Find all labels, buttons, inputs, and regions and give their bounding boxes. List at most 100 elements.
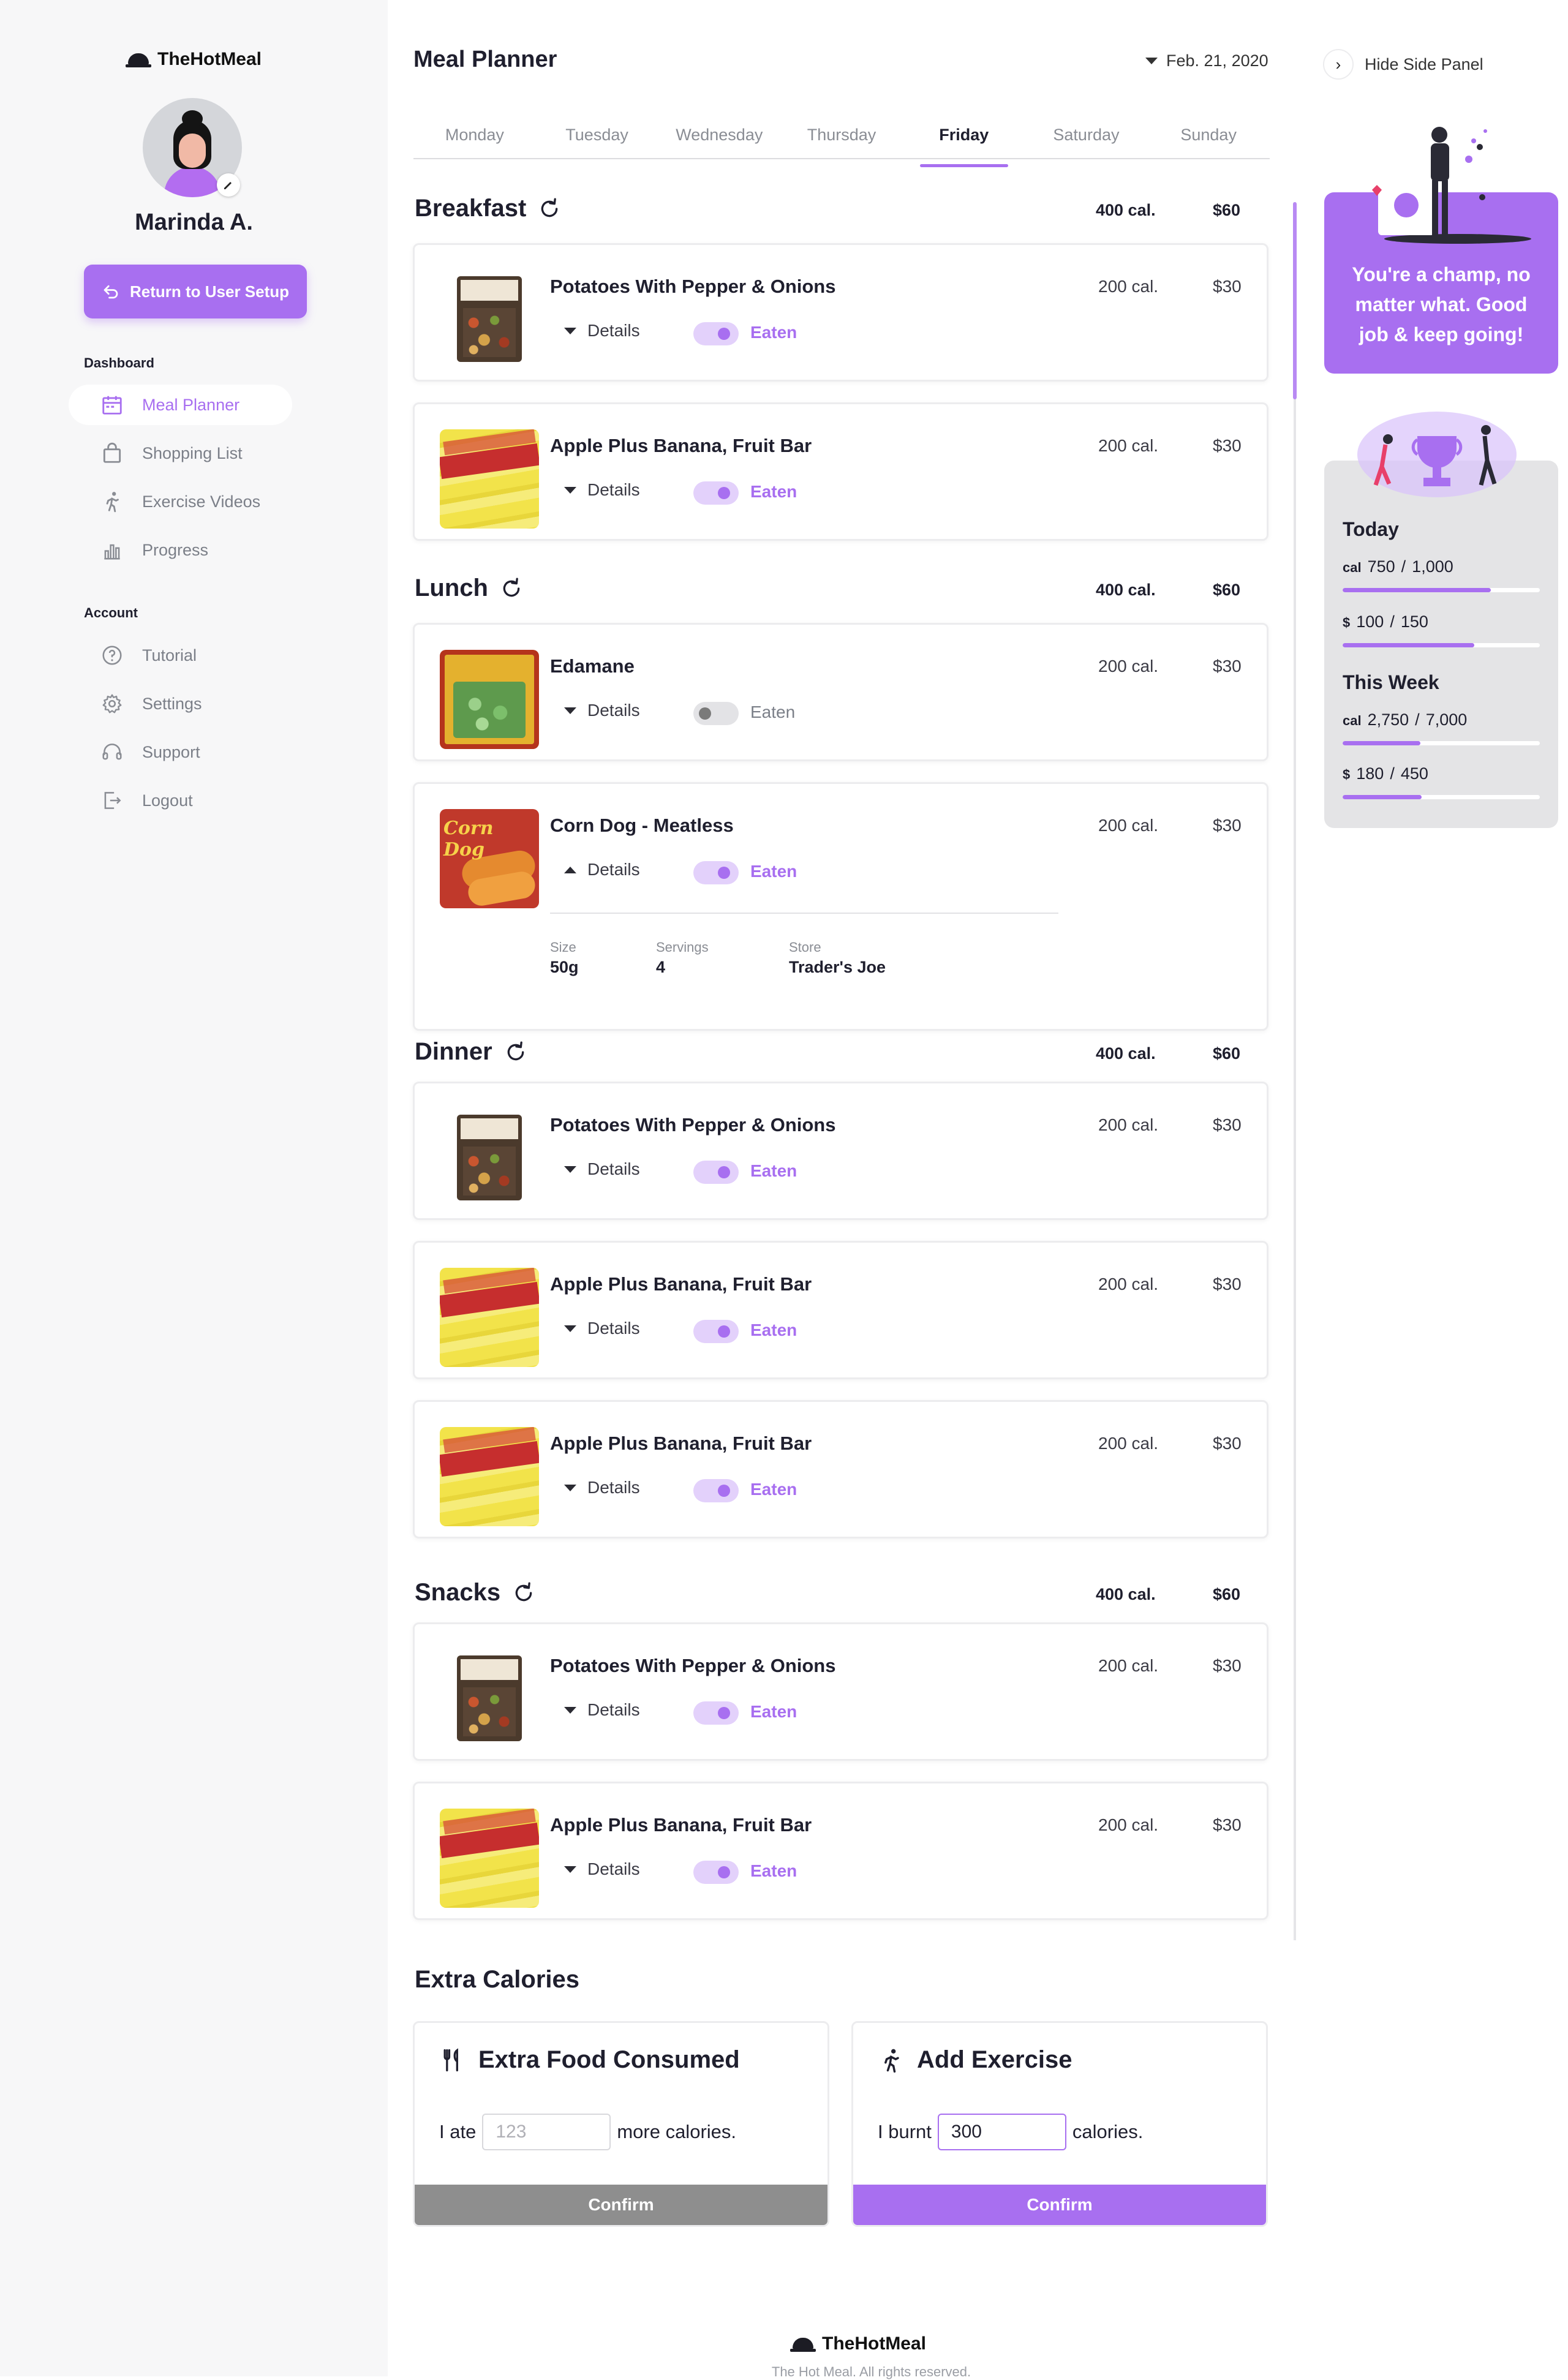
brand-logo[interactable]: TheHotMeal bbox=[126, 49, 262, 70]
separator: / bbox=[1401, 557, 1406, 576]
sidebar-item-settings[interactable]: Settings bbox=[69, 683, 292, 724]
scrollbar-thumb[interactable] bbox=[1293, 202, 1297, 399]
runner-icon bbox=[884, 2049, 899, 2073]
exercise-calories-input[interactable]: 300 bbox=[937, 2114, 1066, 2150]
details-toggle[interactable]: Details bbox=[564, 1700, 640, 1720]
undo-icon bbox=[104, 285, 118, 299]
today-calories-bar bbox=[1343, 588, 1540, 592]
shopping-bag-icon bbox=[103, 442, 121, 463]
dashboard-heading: Dashboard bbox=[84, 355, 154, 371]
week-calories: cal 2,750 / 7,000 bbox=[1343, 710, 1467, 729]
refresh-icon[interactable] bbox=[499, 576, 524, 601]
today-money-bar bbox=[1343, 643, 1540, 647]
help-circle-icon bbox=[102, 646, 122, 665]
details-divider bbox=[550, 913, 1058, 914]
scrollbar-track[interactable] bbox=[1294, 202, 1296, 1940]
food-price: $30 bbox=[1213, 436, 1242, 455]
food-calories: 200 cal. bbox=[1098, 816, 1159, 835]
sidebar-item-meal-planner[interactable]: Meal Planner bbox=[69, 385, 292, 425]
tab-saturday[interactable]: Saturday bbox=[1025, 120, 1148, 158]
extra-food-calories-input[interactable]: 123 bbox=[482, 2114, 611, 2150]
edit-avatar-button[interactable] bbox=[217, 173, 240, 197]
unit-label: $ bbox=[1343, 615, 1351, 630]
food-calories: 200 cal. bbox=[1098, 1815, 1159, 1834]
unit-label: cal bbox=[1343, 713, 1362, 728]
eaten-switch[interactable] bbox=[693, 702, 739, 725]
eaten-switch[interactable] bbox=[693, 322, 739, 345]
eaten-switch[interactable] bbox=[693, 1701, 739, 1725]
food-calories: 200 cal. bbox=[1098, 436, 1159, 455]
meal-item-card: Apple Plus Banana, Fruit Bar 200 cal. $3… bbox=[413, 1400, 1268, 1538]
sidebar-item-shopping-list[interactable]: Shopping List bbox=[69, 433, 292, 473]
week-heading: This Week bbox=[1343, 671, 1439, 693]
return-button-label: Return to User Setup bbox=[129, 282, 290, 301]
caret-down-icon bbox=[564, 1706, 576, 1714]
refresh-icon[interactable] bbox=[511, 1581, 536, 1605]
details-toggle[interactable]: Details bbox=[564, 321, 640, 341]
refresh-icon[interactable] bbox=[537, 197, 562, 221]
details-toggle[interactable]: Details bbox=[564, 1159, 640, 1179]
details-toggle[interactable]: Details bbox=[564, 1859, 640, 1879]
sidebar-item-tutorial[interactable]: Tutorial bbox=[69, 635, 292, 676]
sidebar-item-support[interactable]: Support bbox=[69, 732, 292, 772]
cloche-icon bbox=[126, 51, 151, 68]
hide-side-panel-button[interactable]: › Hide Side Panel bbox=[1323, 49, 1483, 80]
sidebar-item-exercise-videos[interactable]: Exercise Videos bbox=[69, 481, 292, 522]
eaten-switch[interactable] bbox=[693, 481, 739, 505]
trophy-illustration bbox=[1357, 412, 1517, 497]
eaten-switch[interactable] bbox=[693, 1479, 739, 1502]
add-exercise-confirm-button[interactable]: Confirm bbox=[853, 2185, 1266, 2225]
tab-tuesday[interactable]: Tuesday bbox=[536, 120, 658, 158]
total-value: 450 bbox=[1400, 764, 1428, 783]
servings-value: 4 bbox=[656, 958, 666, 976]
food-price: $30 bbox=[1213, 1815, 1242, 1834]
brand-name: TheHotMeal bbox=[157, 49, 262, 69]
add-exercise-card: Add Exercise I burnt 300 calories. Confi… bbox=[851, 2021, 1268, 2227]
tab-friday[interactable]: Friday bbox=[903, 120, 1025, 167]
tab-thursday[interactable]: Thursday bbox=[780, 120, 903, 158]
headset-icon bbox=[102, 744, 122, 760]
details-toggle[interactable]: Details bbox=[564, 480, 640, 500]
section-dinner-header: Dinner 400 cal. $60 bbox=[415, 1038, 1266, 1075]
eaten-label: Eaten bbox=[750, 1161, 797, 1180]
food-name: Potatoes With Pepper & Onions bbox=[550, 1655, 836, 1676]
eaten-switch[interactable] bbox=[693, 1161, 739, 1184]
caret-down-icon bbox=[564, 1484, 576, 1491]
food-calories: 200 cal. bbox=[1098, 277, 1159, 296]
details-label: Details bbox=[587, 480, 640, 499]
eaten-switch[interactable] bbox=[693, 861, 739, 884]
food-image bbox=[440, 1427, 539, 1526]
store-label: Store bbox=[789, 940, 821, 955]
footer-copyright: The Hot Meal. All rights reserved. bbox=[771, 2364, 971, 2379]
details-toggle[interactable]: Details bbox=[564, 860, 640, 879]
details-label: Details bbox=[587, 860, 640, 879]
tab-wednesday[interactable]: Wednesday bbox=[658, 120, 780, 158]
sidebar-item-label: Settings bbox=[142, 694, 202, 713]
food-price: $30 bbox=[1213, 1656, 1242, 1675]
extra-food-confirm-button[interactable]: Confirm bbox=[415, 2185, 827, 2225]
caret-down-icon bbox=[564, 1325, 576, 1332]
eaten-label: Eaten bbox=[750, 702, 796, 721]
current-value: 750 bbox=[1367, 557, 1395, 576]
sidebar-item-progress[interactable]: Progress bbox=[69, 530, 292, 570]
eaten-switch[interactable] bbox=[693, 1861, 739, 1884]
tab-monday[interactable]: Monday bbox=[413, 120, 536, 158]
meal-item-card: Apple Plus Banana, Fruit Bar 200 cal. $3… bbox=[413, 1782, 1268, 1920]
sidebar-item-logout[interactable]: Logout bbox=[69, 780, 292, 821]
motivation-text: You're a champ, no matter what. Good job… bbox=[1352, 263, 1531, 345]
tab-sunday[interactable]: Sunday bbox=[1147, 120, 1270, 158]
current-value: 100 bbox=[1356, 612, 1384, 631]
today-money: $ 100 / 150 bbox=[1343, 612, 1428, 631]
footer-logo[interactable]: TheHotMeal bbox=[790, 2333, 926, 2354]
sidebar-item-label: Meal Planner bbox=[142, 395, 240, 414]
details-toggle[interactable]: Details bbox=[564, 1319, 640, 1338]
date-selector[interactable]: Feb. 21, 2020 bbox=[1145, 51, 1268, 70]
details-toggle[interactable]: Details bbox=[564, 701, 640, 720]
eaten-label: Eaten bbox=[750, 1702, 797, 1721]
refresh-icon[interactable] bbox=[503, 1040, 528, 1064]
details-toggle[interactable]: Details bbox=[564, 1478, 640, 1497]
eaten-switch[interactable] bbox=[693, 1320, 739, 1343]
return-to-user-setup-button[interactable]: Return to User Setup bbox=[84, 265, 307, 318]
food-name: Edamane bbox=[550, 655, 635, 677]
section-calories: 400 cal. bbox=[1096, 201, 1156, 219]
